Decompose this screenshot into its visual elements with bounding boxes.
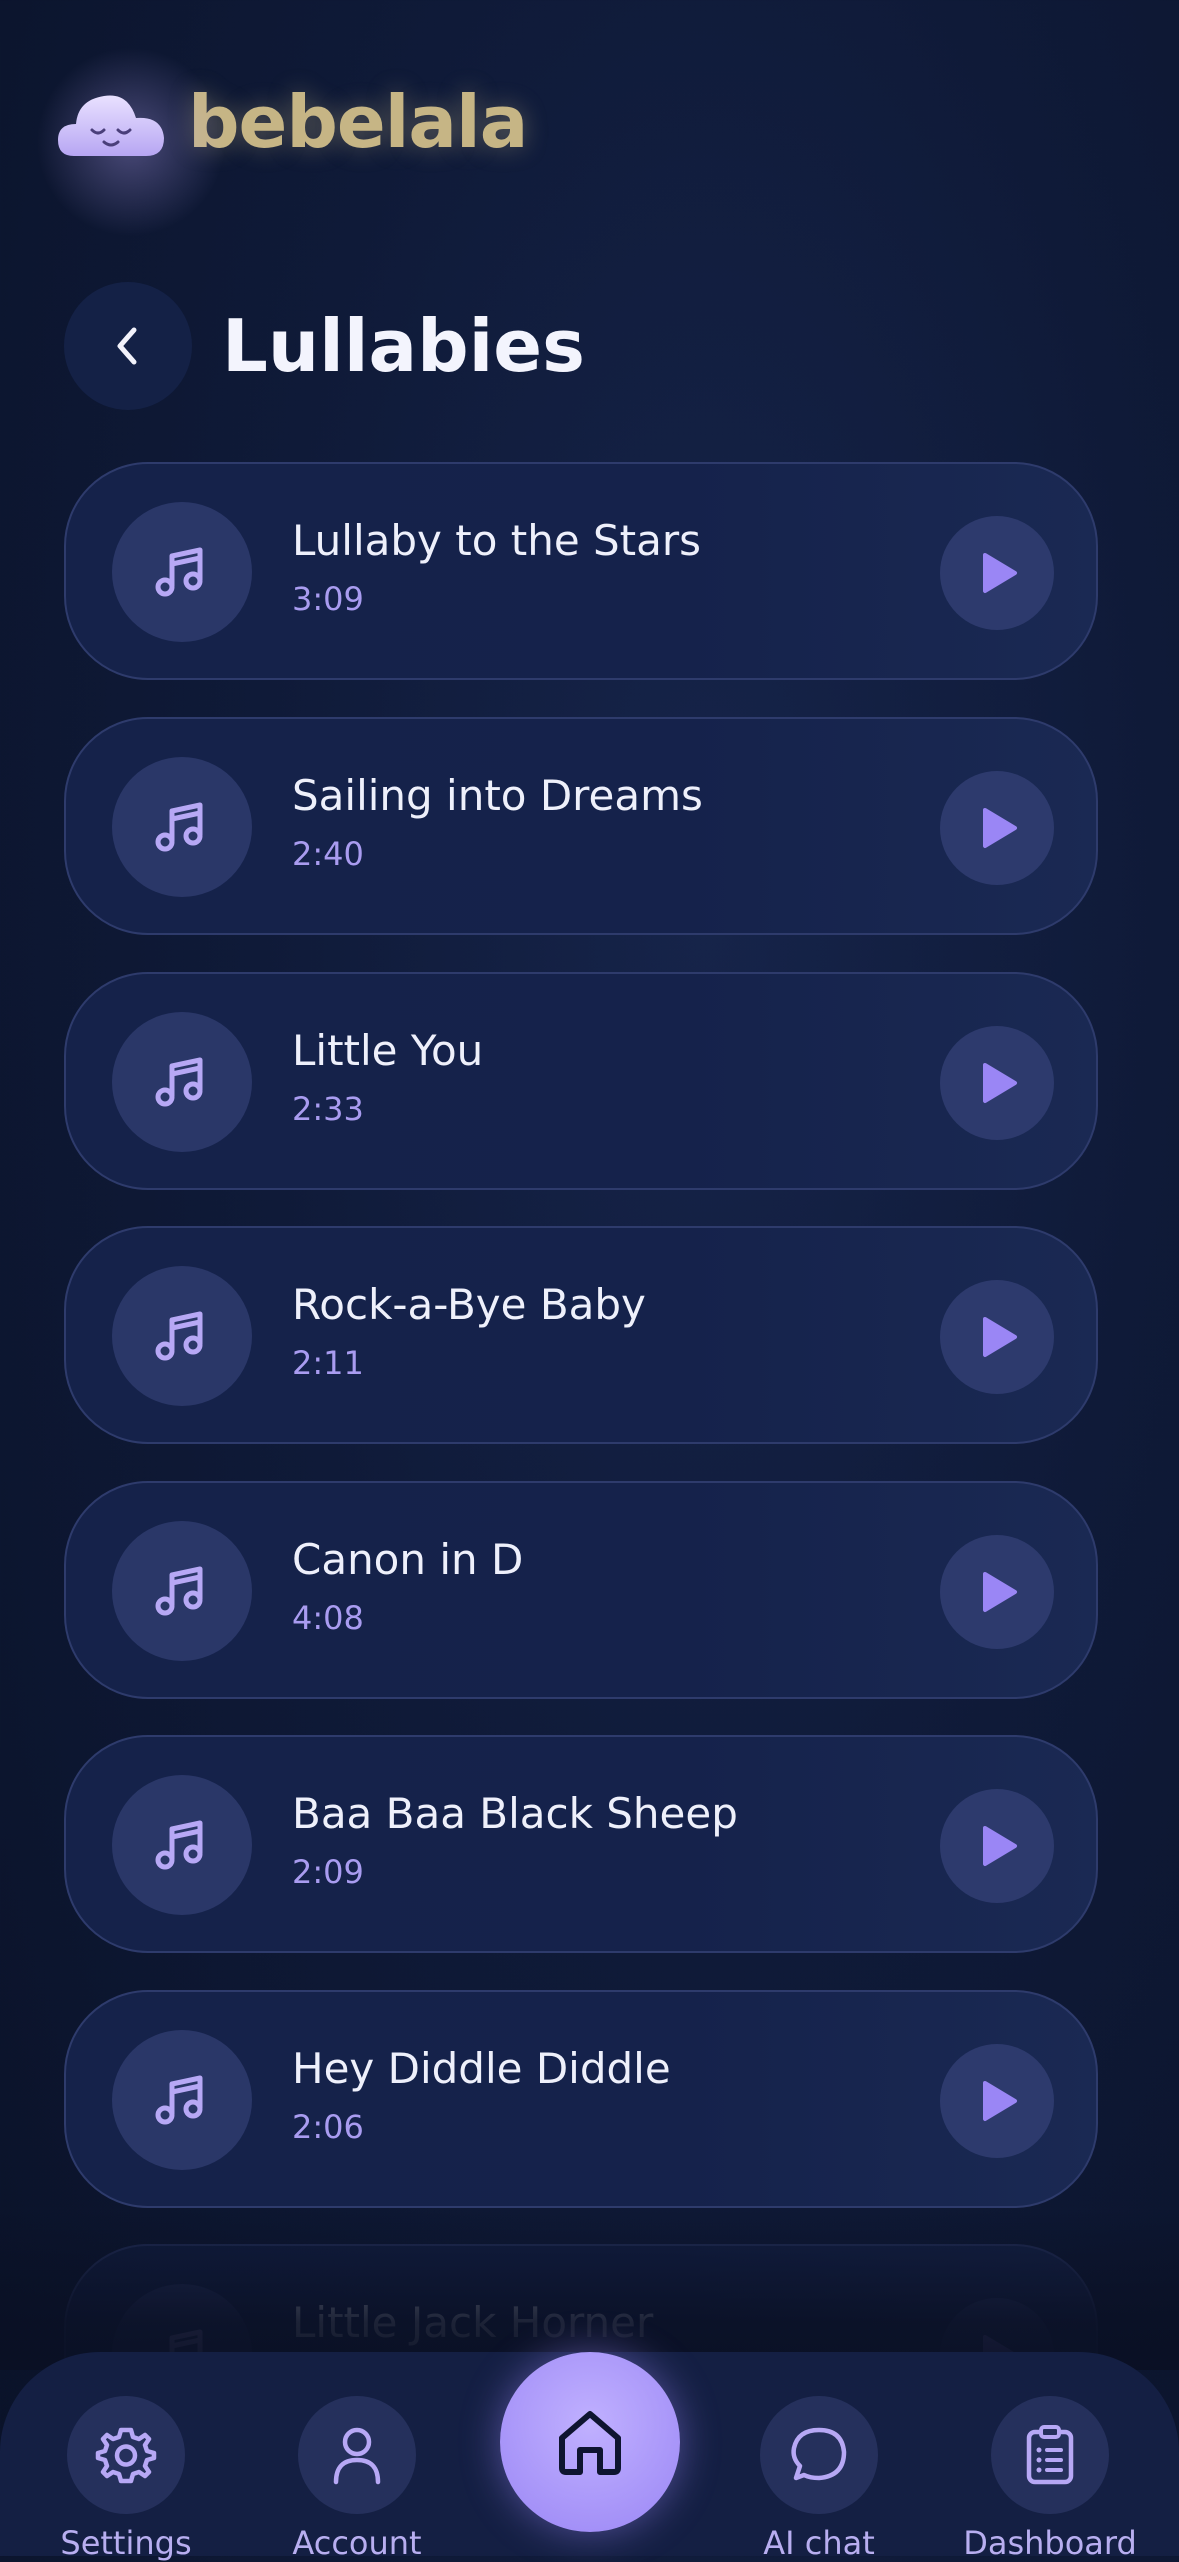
play-button[interactable] xyxy=(940,771,1054,885)
cloud-logo-icon xyxy=(26,42,236,242)
play-button[interactable] xyxy=(940,1789,1054,1903)
nav-item-settings[interactable]: Settings xyxy=(26,2396,226,2562)
brand-logo: bebelala xyxy=(26,42,528,242)
play-icon xyxy=(983,553,1017,593)
music-note-icon xyxy=(155,1057,203,1107)
song-title: Little You xyxy=(292,1026,484,1075)
play-button[interactable] xyxy=(940,1535,1054,1649)
nav-label-dashboard: Dashboard xyxy=(963,2524,1137,2562)
song-artwork xyxy=(112,1521,252,1661)
brand-name: bebelala xyxy=(188,80,528,164)
nav-item-account[interactable]: Account xyxy=(257,2396,457,2562)
play-button[interactable] xyxy=(940,2044,1054,2158)
gear-icon xyxy=(95,2427,157,2484)
song-title: Hey Diddle Diddle xyxy=(292,2044,671,2093)
chevron-left-icon xyxy=(117,327,137,365)
chat-bubble-icon xyxy=(791,2427,847,2481)
nav-item-ai-chat[interactable]: AI chat xyxy=(719,2396,919,2562)
song-title: Lullaby to the Stars xyxy=(292,516,702,565)
nav-label-settings: Settings xyxy=(60,2524,192,2562)
song-artwork xyxy=(112,1012,252,1152)
song-duration: 2:06 xyxy=(292,2108,364,2146)
play-icon xyxy=(983,1826,1017,1866)
song-card[interactable]: Rock-a-Bye Baby 2:11 xyxy=(64,1226,1098,1444)
song-artwork xyxy=(112,1775,252,1915)
song-duration: 2:40 xyxy=(292,835,364,873)
play-icon xyxy=(983,808,1017,848)
nav-item-dashboard[interactable]: Dashboard xyxy=(950,2396,1150,2562)
song-card[interactable]: Baa Baa Black Sheep 2:09 xyxy=(64,1735,1098,1953)
song-card[interactable]: Hey Diddle Diddle 2:06 xyxy=(64,1990,1098,2208)
song-duration: 2:11 xyxy=(292,1344,364,1382)
song-artwork xyxy=(112,757,252,897)
title-row: Lullabies xyxy=(64,282,585,410)
music-note-icon xyxy=(155,1820,203,1870)
song-duration: 2:33 xyxy=(292,1090,364,1128)
page-title: Lullabies xyxy=(222,304,585,388)
music-note-icon xyxy=(155,547,203,597)
song-title: Canon in D xyxy=(292,1535,524,1584)
clipboard-icon xyxy=(1026,2425,1074,2485)
play-icon xyxy=(983,2081,1017,2121)
play-icon xyxy=(983,1317,1017,1357)
song-card[interactable]: Canon in D 4:08 xyxy=(64,1481,1098,1699)
song-card[interactable]: Lullaby to the Stars 3:09 xyxy=(64,462,1098,680)
home-icon xyxy=(559,2411,621,2475)
music-note-icon xyxy=(155,802,203,852)
song-duration: 3:09 xyxy=(292,580,364,618)
song-title: Sailing into Dreams xyxy=(292,771,703,820)
song-duration: 2:09 xyxy=(292,1853,364,1891)
song-card[interactable]: Sailing into Dreams 2:40 xyxy=(64,717,1098,935)
song-title: Little Jack Horner xyxy=(292,2298,654,2347)
play-icon xyxy=(983,1572,1017,1612)
home-button[interactable] xyxy=(500,2352,680,2532)
music-note-icon xyxy=(155,1566,203,1616)
song-artwork xyxy=(112,1266,252,1406)
music-note-icon xyxy=(155,1311,203,1361)
music-note-icon xyxy=(155,2075,203,2125)
nav-label-ai-chat: AI chat xyxy=(763,2524,875,2562)
play-button[interactable] xyxy=(940,1026,1054,1140)
nav-label-account: Account xyxy=(292,2524,422,2562)
song-title: Baa Baa Black Sheep xyxy=(292,1789,738,1838)
back-button[interactable] xyxy=(64,282,192,410)
song-artwork xyxy=(112,2030,252,2170)
play-button[interactable] xyxy=(940,1280,1054,1394)
song-card[interactable]: Little You 2:33 xyxy=(64,972,1098,1190)
user-icon xyxy=(333,2427,381,2485)
app-header: bebelala xyxy=(0,0,1179,260)
play-icon xyxy=(983,1063,1017,1103)
play-button[interactable] xyxy=(940,516,1054,630)
song-title: Rock-a-Bye Baby xyxy=(292,1280,646,1329)
song-duration: 4:08 xyxy=(292,1599,364,1637)
song-artwork xyxy=(112,502,252,642)
